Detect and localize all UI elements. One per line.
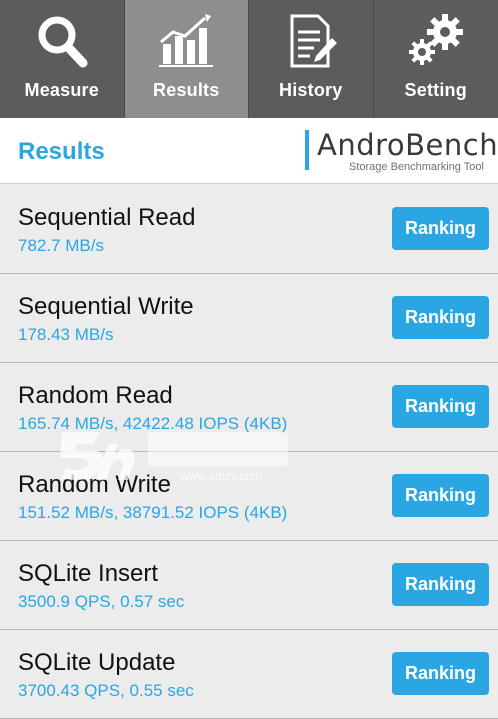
tab-label: Results — [153, 80, 220, 100]
result-row-sequential-write: Sequential Write 178.43 MB/s Ranking — [0, 274, 498, 363]
result-value: 151.52 MB/s, 38791.52 IOPS (4KB) — [18, 503, 288, 522]
gears-icon — [405, 10, 467, 72]
results-header: Results AndroBench Storage Benchmarking … — [0, 118, 498, 184]
ranking-button[interactable]: Ranking — [392, 563, 489, 606]
ranking-button[interactable]: Ranking — [392, 296, 489, 339]
result-row-random-read: Random Read 165.74 MB/s, 42422.48 IOPS (… — [0, 363, 498, 452]
result-row-sqlite-update: SQLite Update 3700.43 QPS, 0.55 sec Rank… — [0, 630, 498, 719]
result-row-sqlite-insert: SQLite Insert 3500.9 QPS, 0.57 sec Ranki… — [0, 541, 498, 630]
tab-results[interactable]: Results — [124, 0, 249, 118]
result-value: 3500.9 QPS, 0.57 sec — [18, 592, 185, 611]
chart-icon — [155, 10, 217, 72]
result-name: Sequential Read — [18, 204, 196, 231]
tab-bar: Measure Results History Setting — [0, 0, 498, 118]
document-icon — [280, 10, 342, 72]
result-value: 782.7 MB/s — [18, 236, 104, 255]
result-row-sequential-read: Sequential Read 782.7 MB/s Ranking — [0, 185, 498, 274]
logo-andro: Andro — [317, 128, 406, 162]
page-title: Results — [18, 138, 105, 165]
ranking-button[interactable]: Ranking — [392, 207, 489, 250]
tab-label: Setting — [404, 80, 467, 100]
logo-wordmark: AndroBench — [317, 128, 498, 162]
tab-label: Measure — [24, 80, 99, 100]
androbench-logo: AndroBench Storage Benchmarking Tool — [305, 128, 498, 176]
result-name: SQLite Update — [18, 649, 176, 676]
ranking-button[interactable]: Ranking — [392, 652, 489, 695]
logo-accent-bar — [305, 130, 309, 170]
results-list: Sequential Read 782.7 MB/s Ranking Seque… — [0, 185, 498, 719]
result-value: 3700.43 QPS, 0.55 sec — [18, 681, 194, 700]
result-name: Random Write — [18, 471, 171, 498]
result-name: Sequential Write — [18, 293, 194, 320]
result-name: Random Read — [18, 382, 173, 409]
tab-measure[interactable]: Measure — [0, 0, 125, 118]
result-name: SQLite Insert — [18, 560, 159, 587]
ranking-button[interactable]: Ranking — [392, 474, 489, 517]
tab-history[interactable]: History — [249, 0, 374, 118]
ranking-button[interactable]: Ranking — [392, 385, 489, 428]
result-value: 178.43 MB/s — [18, 325, 114, 344]
logo-subtitle: Storage Benchmarking Tool — [349, 161, 484, 173]
result-value: 165.74 MB/s, 42422.48 IOPS (4KB) — [18, 414, 288, 433]
result-row-random-write: Random Write 151.52 MB/s, 38791.52 IOPS … — [0, 452, 498, 541]
tab-setting[interactable]: Setting — [374, 0, 498, 118]
search-icon — [31, 10, 93, 72]
tab-label: History — [279, 80, 343, 100]
logo-bench: Bench — [405, 128, 498, 162]
